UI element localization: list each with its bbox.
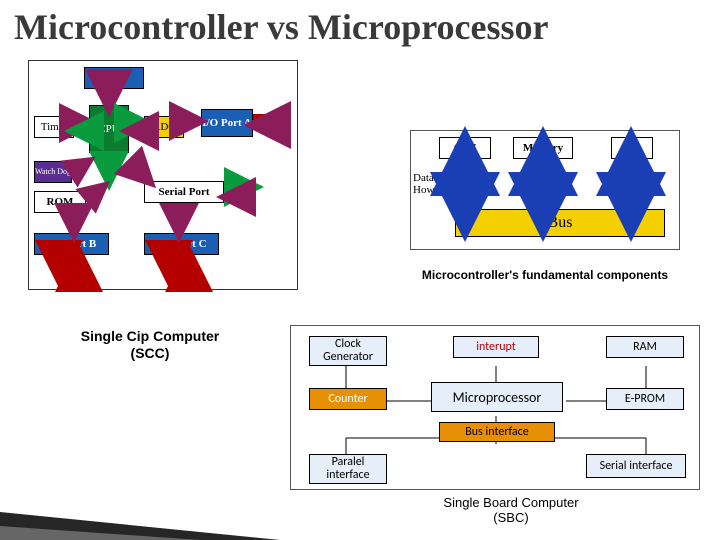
scc-label: Single Cip Computer (SCC) — [60, 328, 240, 362]
counter-box: Counter — [309, 388, 387, 410]
d2-data-how-label: Data How — [413, 173, 455, 196]
scc-line1: Single Cip Computer — [81, 328, 219, 344]
bus-interface-box: Bus interface — [439, 422, 555, 442]
io-port-b-box: I/O Port B — [34, 233, 109, 255]
d2-caption: Microcontroller's fundamental components — [395, 268, 695, 282]
serial-port-box: Serial Port — [144, 181, 224, 203]
decorative-wedge — [0, 460, 300, 540]
microcontroller-diagram: RAM Timer CPU ADC I/O Port A Watch Dog R… — [28, 60, 298, 290]
sbc-line1: Single Board Computer — [443, 495, 578, 510]
parallel-box: Paralel interface — [309, 454, 387, 484]
sbc-line2: (SBC) — [493, 510, 528, 525]
sbc-diagram: Clock Generator interupt RAM Counter Mic… — [290, 325, 700, 490]
serial-interface-box: Serial interface — [586, 454, 686, 478]
clock-box: Clock Generator — [309, 336, 387, 366]
d2-io-box: I/O — [611, 137, 653, 159]
microprocessor-box: Microprocessor — [431, 382, 563, 412]
eprom-box: E-PROM — [606, 388, 684, 410]
io-port-a-box: I/O Port A — [201, 109, 253, 137]
io-port-c-box: I/O Port C — [144, 233, 219, 255]
watchdog-box: Watch Dog — [34, 161, 72, 183]
fundamentals-diagram: CPU Memory I/O Data How Bus — [410, 130, 680, 250]
d2-memory-box: Memory — [513, 137, 573, 159]
adc-box: ADC — [144, 116, 184, 138]
ram-box-d3: RAM — [606, 336, 684, 358]
timer-box: Timer — [34, 116, 74, 138]
cpu-box: CPU — [89, 105, 129, 153]
rom-box: ROM — [34, 191, 86, 213]
ram-box: RAM — [84, 67, 144, 89]
scc-line2: (SCC) — [131, 345, 170, 361]
page-title: Microcontroller vs Microprocessor — [0, 0, 720, 48]
sbc-caption: Single Board Computer (SBC) — [406, 495, 616, 525]
d2-cpu-box: CPU — [439, 137, 491, 159]
d2-bus-box: Bus — [455, 209, 665, 237]
interrupt-box: interupt — [453, 336, 539, 358]
